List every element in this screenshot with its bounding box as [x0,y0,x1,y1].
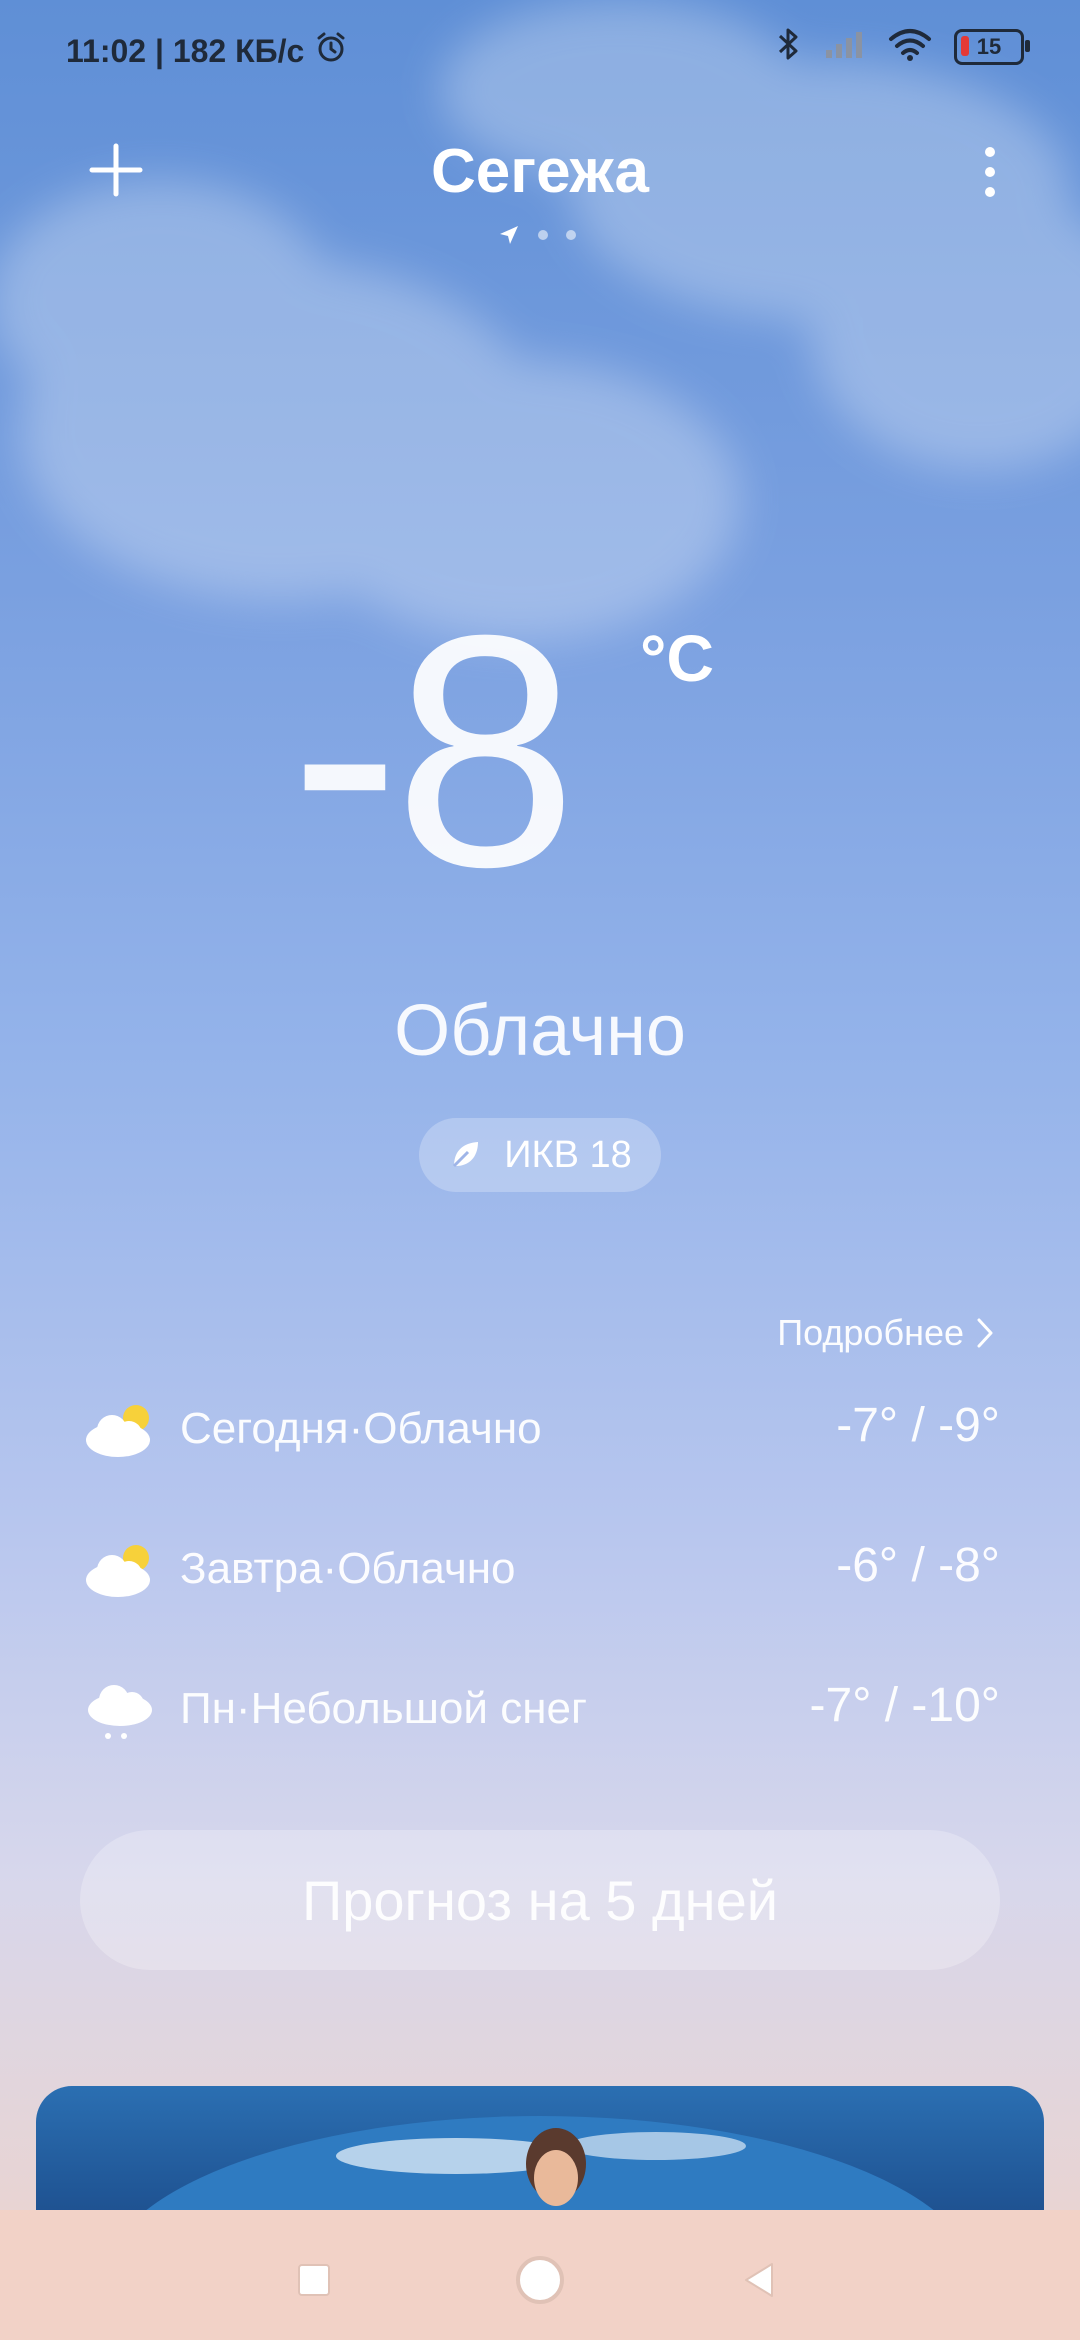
current-condition: Облачно [394,991,686,1071]
battery-level [961,35,969,56]
more-menu-button[interactable] [970,142,1010,202]
home-circle-icon [516,2256,564,2304]
more-vertical-icon [985,147,995,197]
forecast-row-today[interactable]: Сегодня·Облачно -7° / -9° [84,1390,1000,1530]
top-bar: Сегежа [0,120,1080,280]
partly-cloudy-icon [84,1540,154,1600]
forecast-label: Сегодня·Облачно [180,1404,542,1453]
city-page-indicator [498,224,576,246]
forecast-temps: -7° / -9° [836,1399,1000,1452]
back-button[interactable] [720,2240,800,2320]
home-button[interactable] [500,2240,580,2320]
forecast-temps: -7° / -10° [809,1679,1000,1732]
aqi-value: ИКВ 18 [504,1133,632,1176]
forecast-label: Пн·Небольшой снег [180,1684,588,1733]
weather-video-card[interactable] [36,2086,1044,2216]
partly-cloudy-icon [84,1400,154,1460]
location-arrow-icon [500,226,518,244]
chevron-right-icon [977,1318,993,1348]
forecast-label: Завтра·Облачно [180,1544,516,1593]
wifi-icon [888,27,932,66]
forecast-temps: -6° / -8° [836,1539,1000,1592]
back-triangle-icon [745,2263,773,2297]
current-temperature: -8 [290,566,577,935]
status-bar: 11:02 | 182 КБ/с 15 [0,0,1080,96]
status-time-speed: 11:02 | 182 КБ/с [66,32,305,69]
square-icon [298,2264,330,2296]
details-link-label: Подробнее [777,1312,964,1353]
battery-icon: 15 [954,28,1030,65]
signal-icon [824,28,866,65]
page-dot [566,230,576,240]
alarm-icon [314,30,348,72]
five-day-forecast-label: Прогноз на 5 дней [302,1868,778,1932]
light-snow-icon [84,1680,154,1740]
earth-image [139,2116,941,2216]
forecast-row-tomorrow[interactable]: Завтра·Облачно -6° / -8° [84,1530,1000,1670]
current-temperature-block: -8 °C [0,586,1080,930]
page-dot [538,230,548,240]
forecast-list: Сегодня·Облачно -7° / -9° Завтра·Облачно… [84,1390,1000,1810]
forecast-row-monday[interactable]: Пн·Небольшой снег -7° / -10° [84,1670,1000,1810]
leaf-icon [453,1142,479,1168]
city-name: Сегежа [431,137,649,206]
battery-percent: 15 [976,33,1002,59]
details-link[interactable]: Подробнее [777,1312,996,1354]
aqi-badge[interactable]: ИКВ 18 [419,1118,661,1192]
recent-apps-button[interactable] [274,2240,354,2320]
temperature-unit: °C [640,621,715,695]
system-navigation-bar [0,2210,1080,2340]
five-day-forecast-button[interactable]: Прогноз на 5 дней [80,1830,1000,1970]
bluetooth-icon [776,26,802,67]
